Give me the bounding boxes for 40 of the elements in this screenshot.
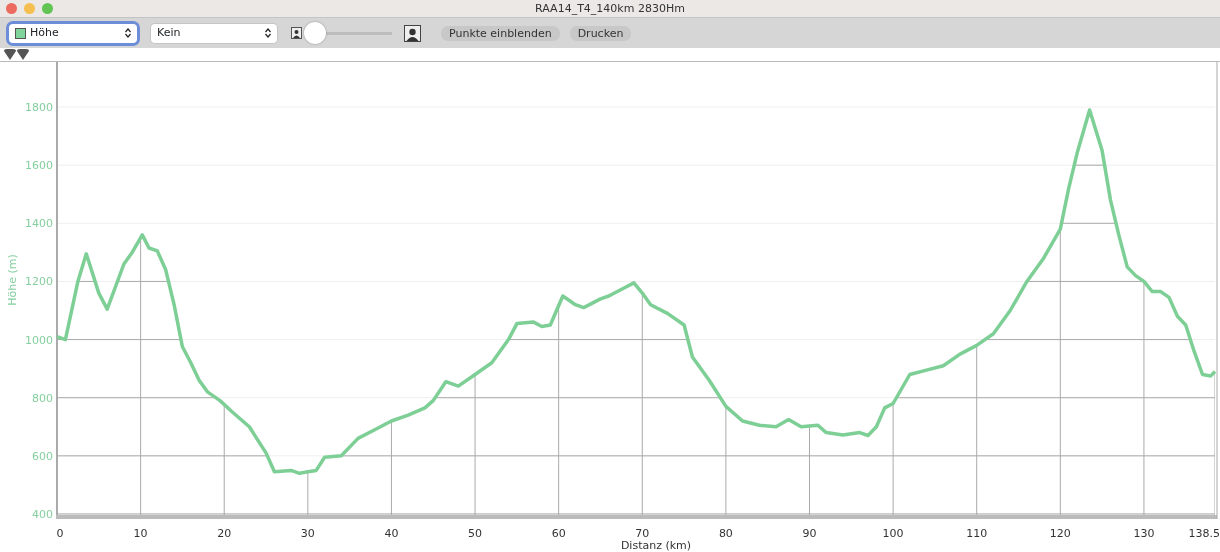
compare-select[interactable]: Kein (151, 23, 277, 43)
x-tick-label: 80 (718, 527, 733, 540)
x-tick-label: 70 (635, 527, 650, 540)
y-tick-label: 1600 (25, 159, 53, 173)
x-tick-label: 90 (802, 527, 817, 540)
x-tick-label: 60 (551, 527, 566, 540)
y-tick-label: 400 (32, 507, 53, 521)
y-tick-label: 600 (32, 449, 53, 463)
marker-icon[interactable] (4, 49, 16, 60)
window-title: RAA14_T4_140km 2830Hm (535, 2, 685, 15)
x-tick-label: 30 (300, 527, 315, 540)
close-button[interactable] (6, 3, 17, 14)
toolbar-button[interactable]: Punkte einblenden (441, 25, 560, 41)
y-tick-label: 1000 (25, 333, 53, 347)
y-tick-label: 800 (32, 391, 53, 405)
person-icon (404, 24, 421, 42)
x-tick-label: 138.5 (1188, 527, 1220, 540)
x-tick-label: 20 (217, 527, 232, 540)
updown-icon (125, 28, 131, 38)
marker-icon[interactable] (17, 49, 29, 60)
slider-thumb[interactable] (304, 22, 326, 44)
toolbar-button[interactable]: Drucken (569, 25, 632, 41)
y-tick-label: 1800 (25, 101, 53, 115)
x-tick-label: 110 (966, 527, 988, 540)
x-tick-label: 0 (56, 527, 64, 540)
metric-select[interactable]: Höhe (9, 23, 137, 43)
x-axis-title: Distanz (km) (620, 539, 692, 551)
x-tick-label: 50 (468, 527, 483, 540)
y-axis-title: Höhe (m) (6, 254, 19, 306)
y-tick-label: 1400 (25, 217, 53, 231)
x-tick-label: 100 (882, 527, 904, 540)
x-tick-label: 120 (1049, 527, 1071, 540)
person-icon (291, 27, 302, 39)
updown-icon (265, 28, 271, 38)
zoom-button[interactable] (42, 3, 53, 14)
minimize-button[interactable] (24, 3, 35, 14)
y-tick-label: 1200 (25, 275, 53, 289)
x-tick-label: 10 (133, 527, 148, 540)
x-tick-label: 40 (384, 527, 399, 540)
x-tick-label: 130 (1133, 527, 1155, 540)
